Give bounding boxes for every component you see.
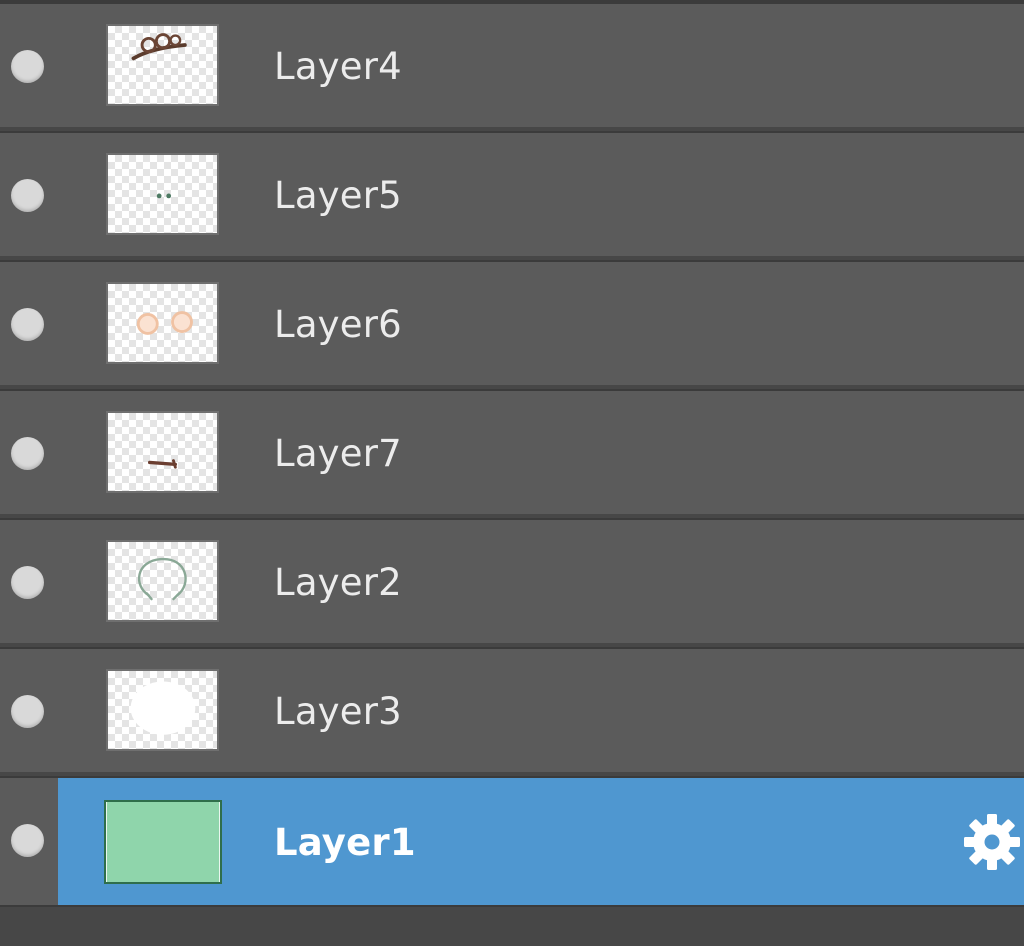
two-peach-circles-icon	[136, 311, 193, 335]
visibility-toggle-icon[interactable]	[11, 824, 44, 857]
layer-thumbnail	[106, 153, 219, 235]
layer-name: Layer7	[274, 432, 402, 475]
layers-panel: Layer4 Layer5 Layer6 Layer7 Layer2 Layer…	[0, 0, 1024, 946]
layer-thumbnail	[106, 411, 219, 493]
small-dark-stroke-icon	[147, 459, 178, 469]
layer-thumbnail	[106, 540, 219, 622]
visibility-toggle-icon[interactable]	[11, 308, 44, 341]
two-green-dots-icon	[156, 193, 172, 199]
layer-name: Layer1	[274, 821, 416, 864]
layer-thumbnail	[104, 800, 222, 884]
visibility-toggle-icon[interactable]	[11, 179, 44, 212]
layer-name: Layer4	[274, 45, 402, 88]
layer-name: Layer6	[274, 303, 402, 346]
layer-thumbnail	[106, 669, 219, 751]
layer-thumbnail	[106, 24, 219, 106]
solid-mint-fill-icon	[106, 802, 220, 882]
visibility-toggle-icon[interactable]	[11, 50, 44, 83]
visibility-toggle-icon[interactable]	[11, 566, 44, 599]
layer-row-layer7[interactable]: Layer7	[0, 389, 1024, 514]
layer-row-layer5[interactable]: Layer5	[0, 131, 1024, 256]
layer-row-layer6[interactable]: Layer6	[0, 260, 1024, 385]
layer-thumbnail	[106, 282, 219, 364]
visibility-toggle-icon[interactable]	[11, 695, 44, 728]
green-outline-circle-icon	[137, 557, 187, 601]
layer-row-layer1[interactable]: Layer1	[0, 776, 1024, 905]
layer-row-layer3[interactable]: Layer3	[0, 647, 1024, 772]
layer-row-layer2[interactable]: Layer2	[0, 518, 1024, 643]
layer-name: Layer2	[274, 561, 402, 604]
panel-bottom-area	[0, 905, 1024, 946]
layer-row-layer4[interactable]: Layer4	[0, 2, 1024, 127]
visibility-toggle-icon[interactable]	[11, 437, 44, 470]
brown-arc-strokes-icon	[131, 33, 187, 61]
gear-icon[interactable]	[962, 812, 1022, 872]
layer-name: Layer5	[274, 174, 402, 217]
white-blob-icon	[130, 681, 196, 735]
layer-name: Layer3	[274, 690, 402, 733]
